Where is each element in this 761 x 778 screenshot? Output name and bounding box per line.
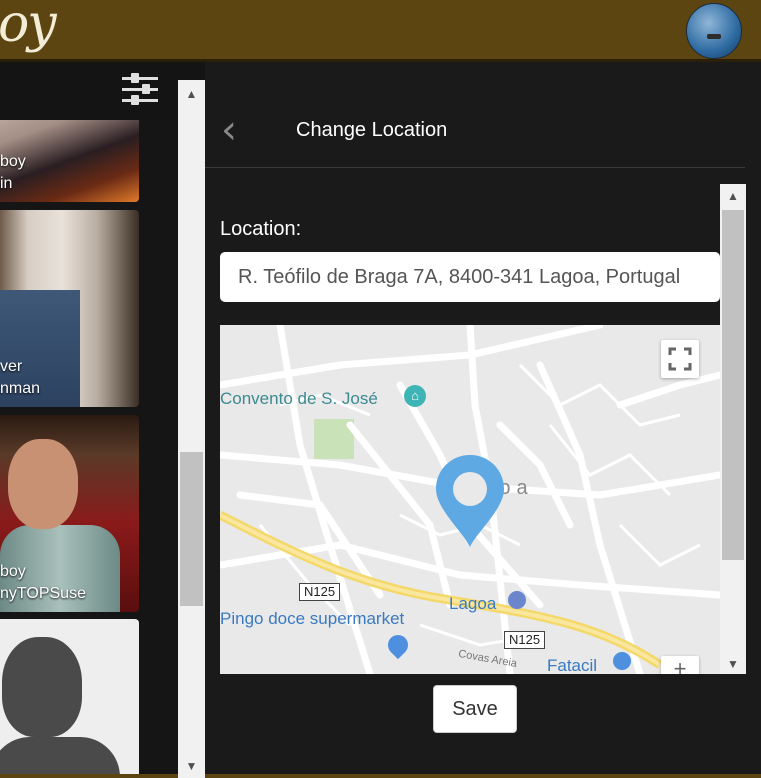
profile-name-line2: nman xyxy=(0,380,41,397)
scrollbar-thumb[interactable] xyxy=(722,210,744,560)
zoom-in-button[interactable]: + xyxy=(661,656,699,674)
panel-title: Change Location xyxy=(296,119,448,141)
location-map[interactable]: Convento de S. José ⌂ Lagoa Lagoa Pingo … xyxy=(220,325,720,674)
profile-card[interactable]: ver nman xyxy=(0,210,139,407)
bottom-bar xyxy=(0,774,761,778)
avatar-photo-icon xyxy=(707,34,721,39)
poi-lagoa-hotel[interactable]: Lagoa xyxy=(449,594,496,614)
poi-pingo-doce[interactable]: Pingo doce supermarket xyxy=(220,609,404,629)
location-input[interactable] xyxy=(220,252,720,302)
filter-bar xyxy=(0,62,205,120)
profile-name-line2: nyTOPSuse xyxy=(0,585,86,602)
profile-name-line2: in xyxy=(0,175,13,192)
default-avatar-icon xyxy=(0,737,120,778)
profiles-scrollbar[interactable]: ▲ ▼ xyxy=(178,80,205,778)
poi-convento[interactable]: Convento de S. José xyxy=(220,389,378,409)
sliders-icon[interactable] xyxy=(122,72,158,108)
poi-fatacil[interactable]: Fatacil xyxy=(547,656,597,674)
app-logo[interactable]: oy xyxy=(0,0,57,54)
profile-card[interactable]: boy nyTOPSuse xyxy=(0,415,139,612)
user-avatar[interactable] xyxy=(686,3,742,59)
scroll-down-icon[interactable]: ▼ xyxy=(720,654,746,674)
museum-pin-icon[interactable]: ⌂ xyxy=(404,385,426,407)
default-avatar-head xyxy=(2,637,82,737)
change-location-panel: ‹ Change Location Location: R. Teófilo d… xyxy=(205,62,761,778)
profile-card[interactable] xyxy=(0,619,139,778)
scroll-up-icon[interactable]: ▲ xyxy=(178,84,205,104)
scrollbar-thumb[interactable] xyxy=(180,452,203,606)
profile-name-line1: boy xyxy=(0,153,26,170)
scroll-down-icon[interactable]: ▼ xyxy=(178,756,205,776)
profiles-panel: boy in ver nman boy nyTOPSuse xyxy=(0,62,205,778)
profile-name-line1: boy xyxy=(0,563,26,580)
location-label: Location: xyxy=(220,218,302,240)
road-tag: N125 xyxy=(504,631,546,649)
fullscreen-icon xyxy=(668,347,692,371)
road-tag: N125 xyxy=(299,583,341,601)
panel-scrollbar[interactable]: ▲ ▼ xyxy=(720,184,746,674)
fullscreen-button[interactable] xyxy=(661,340,699,378)
divider xyxy=(205,167,745,168)
top-header: oy xyxy=(0,0,761,62)
save-button[interactable]: Save xyxy=(433,685,517,733)
scroll-up-icon[interactable]: ▲ xyxy=(720,186,746,206)
profile-photo-face xyxy=(8,439,78,529)
location-marker-icon[interactable] xyxy=(434,453,506,549)
profile-name-line1: ver xyxy=(0,358,23,375)
back-chevron-icon[interactable]: ‹ xyxy=(221,110,237,150)
hotel-pin-icon[interactable] xyxy=(508,591,526,609)
place-pin-icon[interactable] xyxy=(613,652,631,670)
